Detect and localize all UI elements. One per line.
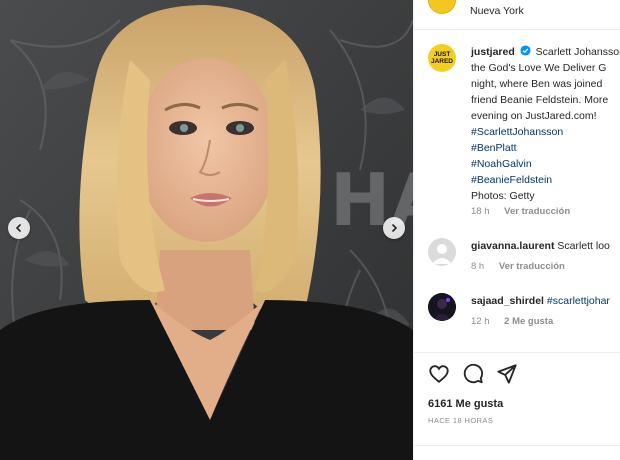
author-username[interactable]: justjared xyxy=(471,46,515,58)
photo-illustration: HA xyxy=(0,0,413,460)
next-photo-button[interactable] xyxy=(383,217,405,239)
default-avatar-icon xyxy=(432,244,452,264)
heart-icon[interactable] xyxy=(428,363,450,385)
comment-text: giavanna.laurent Scarlett loo xyxy=(471,240,620,252)
comment-item: sajaad_shirdel #scarlettjohar 12 h 2 Me … xyxy=(414,291,620,341)
author-avatar[interactable]: JUST JARED xyxy=(428,44,456,72)
hashtag-link[interactable]: #BenPlatt xyxy=(471,140,620,156)
comment-likes[interactable]: 2 Me gusta xyxy=(504,316,553,327)
comment-body: Scarlett loo xyxy=(557,240,610,252)
post-actions: 6161 Me gusta HACE 18 HORAS xyxy=(414,352,620,460)
verified-badge-icon xyxy=(520,45,531,56)
post-header: Nueva York xyxy=(414,0,620,30)
post-sidebar: Nueva York JUST JARED justjared Scarlett… xyxy=(413,0,620,460)
avatar-text-top: JUST xyxy=(433,51,451,58)
profile-photo-icon xyxy=(428,293,456,321)
comment-meta: 12 h 2 Me gusta xyxy=(471,316,553,327)
commenter-username[interactable]: giavanna.laurent xyxy=(471,240,554,252)
caption-meta: 18 h Ver traducción xyxy=(471,206,570,217)
caption-line: Scarlett Johansson xyxy=(535,46,620,58)
like-count[interactable]: 6161 Me gusta xyxy=(428,398,503,410)
comment-age: 8 h xyxy=(471,261,485,272)
photo-credit: Photos: Getty xyxy=(471,190,535,202)
post-caption: justjared Scarlett Johansson the God's L… xyxy=(471,44,620,204)
comment-text: sajaad_shirdel #scarlettjohar xyxy=(471,295,620,307)
post-timestamp: HACE 18 HORAS xyxy=(428,416,494,425)
chevron-right-icon xyxy=(391,223,398,233)
hashtag-link[interactable]: #BeanieFeldstein xyxy=(471,172,620,188)
chevron-left-icon xyxy=(15,223,22,233)
caption-line: the God's Love We Deliver G xyxy=(471,62,607,74)
comment-age: 12 h xyxy=(471,316,490,327)
header-avatar[interactable] xyxy=(428,0,456,14)
comment-item: giavanna.laurent Scarlett loo 8 h Ver tr… xyxy=(414,236,620,286)
location-link[interactable]: Nueva York xyxy=(470,5,524,17)
hashtag-link[interactable]: #ScarlettJohansson xyxy=(471,124,620,140)
commenter-username[interactable]: sajaad_shirdel xyxy=(471,295,544,307)
see-translation-link[interactable]: Ver traducción xyxy=(504,206,570,217)
comment-meta: 8 h Ver traducción xyxy=(471,261,565,272)
hashtag-link[interactable]: #NoahGalvin xyxy=(471,156,620,172)
caption-line: evening on JustJared.com! xyxy=(471,110,597,122)
post-photo[interactable]: HA xyxy=(0,0,413,460)
hashtag-link[interactable]: #scarlettjohar xyxy=(547,295,610,307)
caption-line: night, where Ben was joined xyxy=(471,78,603,90)
commenter-avatar[interactable] xyxy=(428,238,456,266)
share-icon[interactable] xyxy=(496,363,518,385)
avatar-text-bottom: JARED xyxy=(430,58,454,65)
comment-icon[interactable] xyxy=(462,363,484,385)
commenter-avatar[interactable] xyxy=(428,293,456,321)
see-translation-link[interactable]: Ver traducción xyxy=(499,261,565,272)
previous-photo-button[interactable] xyxy=(8,217,30,239)
add-comment-area[interactable] xyxy=(414,445,620,460)
caption-age: 18 h xyxy=(471,206,490,217)
caption-line: friend Beanie Feldstein. More xyxy=(471,94,609,106)
